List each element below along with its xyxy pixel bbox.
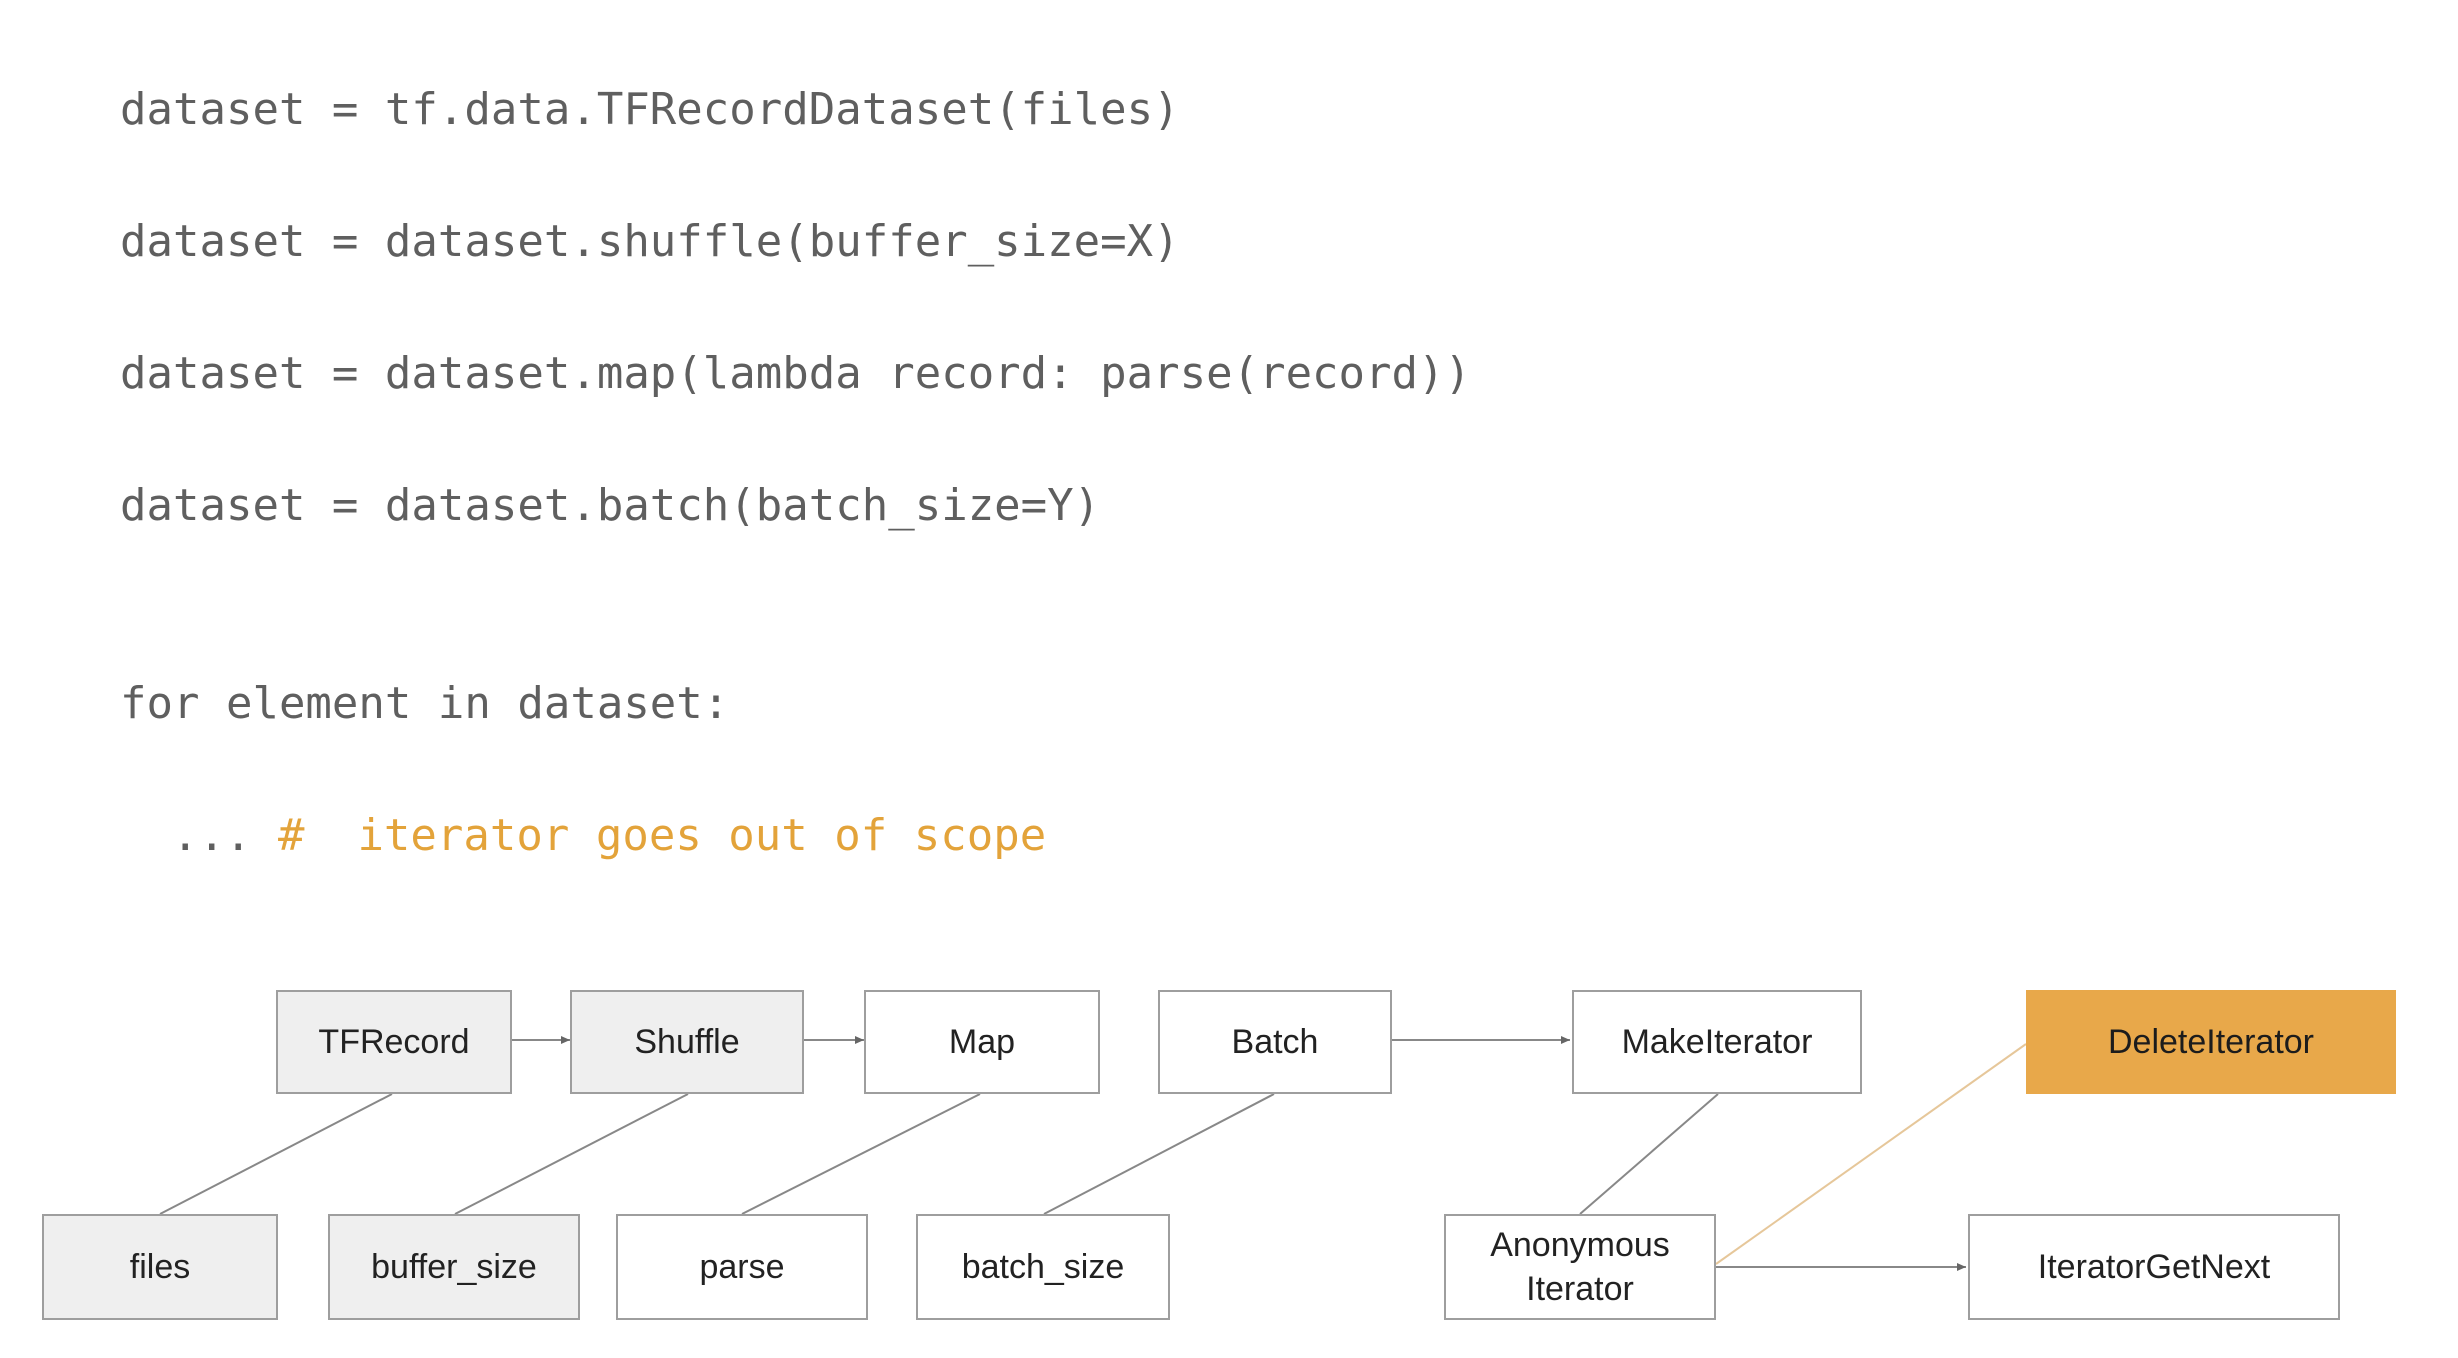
node-files: files xyxy=(42,1214,278,1320)
node-map: Map xyxy=(864,990,1100,1094)
graph-edges xyxy=(159,1036,2027,1271)
edge-parse-map xyxy=(741,1093,981,1215)
node-make-iterator: MakeIterator xyxy=(1572,990,1862,1094)
edge-batchsize-batch xyxy=(1043,1093,1275,1215)
edge-files-tfrecord xyxy=(159,1093,393,1215)
node-shuffle: Shuffle xyxy=(570,990,804,1094)
edge-anonymousiterator-makeiterator xyxy=(1579,1093,1719,1215)
node-delete-iterator: DeleteIterator xyxy=(2026,990,2396,1094)
node-parse: parse xyxy=(616,1214,868,1320)
node-tfrecord: TFRecord xyxy=(276,990,512,1094)
node-anonymous-iterator: Anonymous Iterator xyxy=(1444,1214,1716,1320)
node-iterator-get-next: IteratorGetNext xyxy=(1968,1214,2340,1320)
edge-buffersize-shuffle xyxy=(454,1093,689,1215)
node-batch-size: batch_size xyxy=(916,1214,1170,1320)
node-batch: Batch xyxy=(1158,990,1392,1094)
node-buffer-size: buffer_size xyxy=(328,1214,580,1320)
